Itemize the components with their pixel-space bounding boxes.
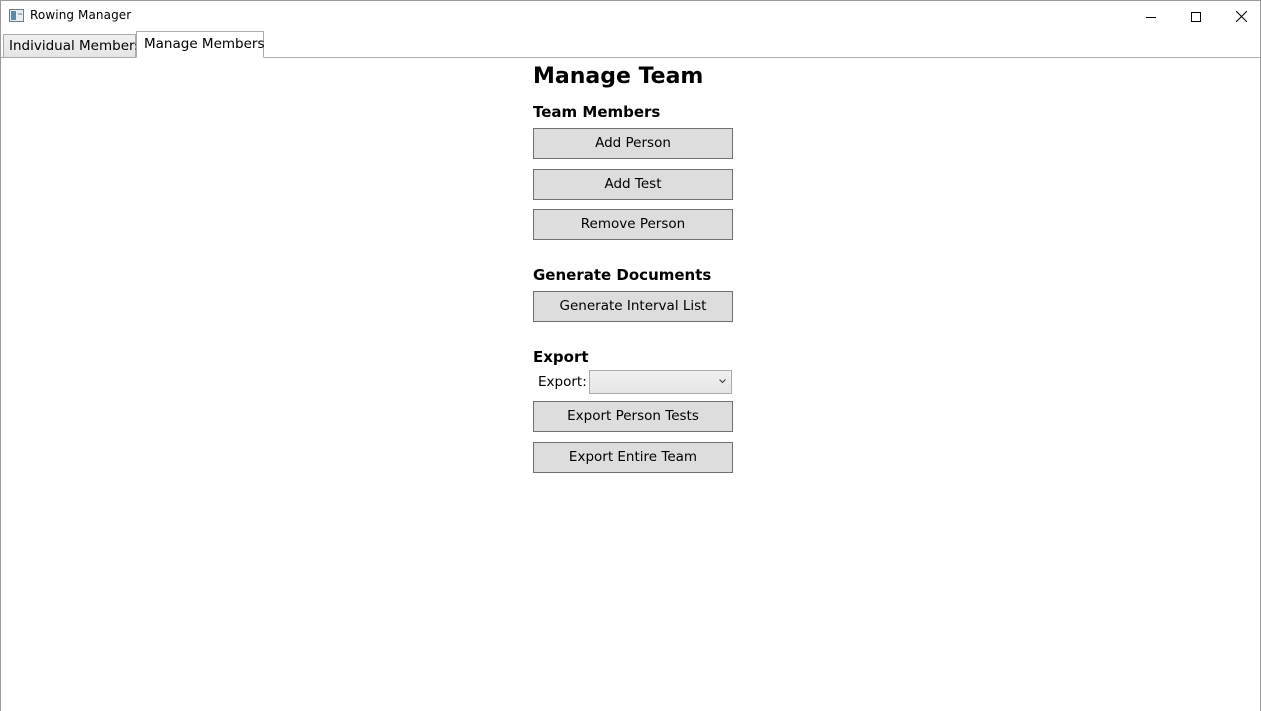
export-label: Export: bbox=[538, 374, 587, 390]
window-title: Rowing Manager bbox=[30, 8, 132, 22]
generate-interval-list-button[interactable]: Generate Interval List bbox=[533, 291, 733, 322]
team-members-heading: Team Members bbox=[533, 103, 661, 121]
close-button[interactable] bbox=[1218, 1, 1261, 32]
maximize-button[interactable] bbox=[1173, 1, 1219, 32]
app-window: Rowing Manager Individual Members Manage… bbox=[0, 0, 1261, 711]
chevron-down-icon bbox=[719, 379, 726, 384]
export-person-tests-button[interactable]: Export Person Tests bbox=[533, 401, 733, 432]
export-select[interactable] bbox=[589, 370, 732, 394]
generate-documents-heading: Generate Documents bbox=[533, 266, 712, 284]
minimize-icon bbox=[1146, 16, 1156, 18]
maximize-icon bbox=[1191, 11, 1201, 22]
add-person-button[interactable]: Add Person bbox=[533, 128, 733, 159]
close-icon bbox=[1235, 11, 1247, 22]
remove-person-button[interactable]: Remove Person bbox=[533, 209, 733, 240]
title-bar[interactable]: Rowing Manager bbox=[1, 1, 1260, 32]
export-entire-team-button[interactable]: Export Entire Team bbox=[533, 442, 733, 473]
add-test-button[interactable]: Add Test bbox=[533, 169, 733, 200]
minimize-button[interactable] bbox=[1128, 1, 1174, 32]
page-title: Manage Team bbox=[533, 64, 704, 89]
tab-bar: Individual Members Manage Members bbox=[1, 31, 1260, 58]
app-icon bbox=[9, 9, 24, 22]
export-heading: Export bbox=[533, 348, 589, 366]
tab-individual-members[interactable]: Individual Members bbox=[3, 34, 142, 58]
tab-manage-members[interactable]: Manage Members bbox=[136, 31, 264, 58]
